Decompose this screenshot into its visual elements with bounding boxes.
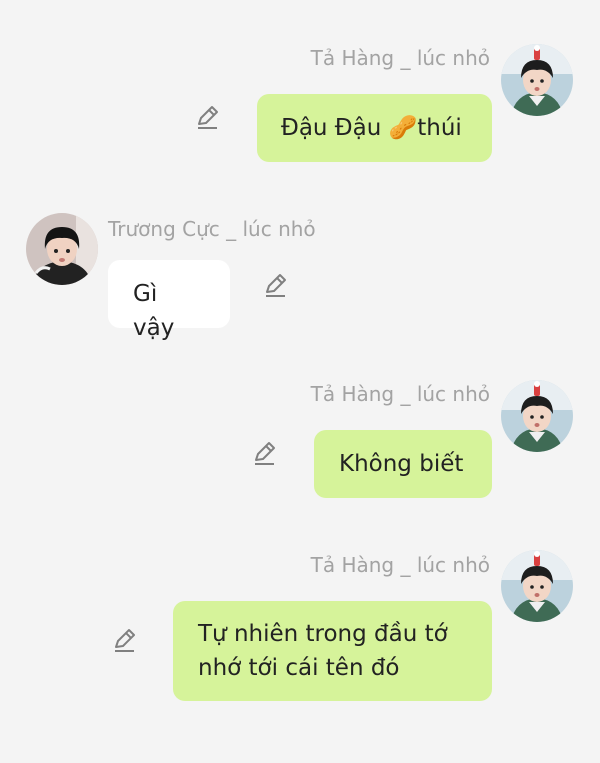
avatar[interactable] [26, 213, 98, 285]
sender-name: Trương Cực _ lúc nhỏ [108, 217, 316, 241]
message-bubble[interactable]: Đậu Đậu 🥜thúi [257, 94, 492, 162]
message-bubble[interactable]: Không biết [314, 430, 492, 498]
sender-name: Tả Hàng _ lúc nhỏ [310, 382, 490, 406]
message-bubble[interactable]: Gì vậy [108, 260, 230, 341]
sender-name: Tả Hàng _ lúc nhỏ [310, 46, 490, 70]
avatar[interactable] [501, 550, 573, 622]
pencil-edit-icon[interactable] [251, 440, 277, 466]
avatar[interactable] [501, 380, 573, 452]
avatar[interactable] [501, 44, 573, 116]
sender-name: Tả Hàng _ lúc nhỏ [310, 553, 490, 577]
pencil-edit-icon[interactable] [111, 627, 137, 653]
pencil-edit-icon[interactable] [194, 104, 220, 130]
message-bubble[interactable]: Tự nhiên trong đầu tớ nhớ tới cái tên đó [173, 601, 492, 701]
pencil-edit-icon[interactable] [262, 272, 288, 298]
